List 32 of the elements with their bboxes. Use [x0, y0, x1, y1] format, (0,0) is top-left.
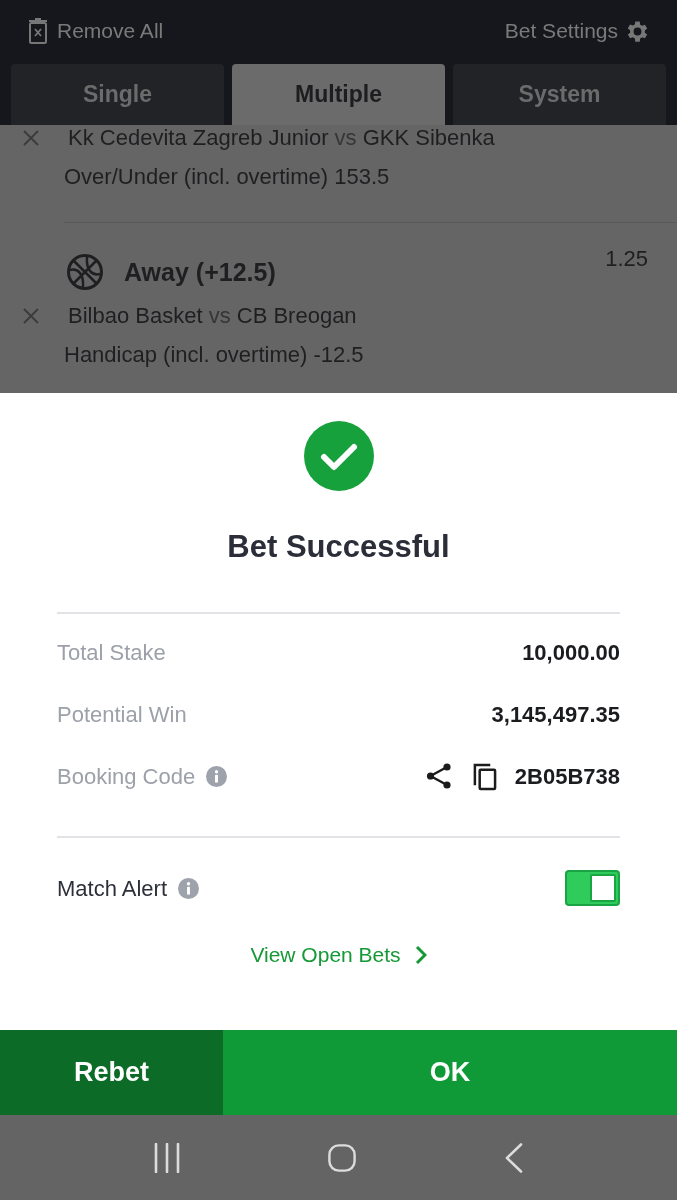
view-open-bets-link[interactable]: View Open Bets [250, 935, 427, 975]
bet-market: Handicap (incl. overtime) -12.5 [64, 342, 365, 368]
tab[interactable]: System [453, 64, 666, 125]
bet-selection: Away (+12.5) [124, 257, 276, 288]
info-icon[interactable] [206, 765, 228, 787]
remove-all-button[interactable]: Remove All [28, 15, 164, 47]
row-label: Potential Win [57, 700, 187, 729]
bet-settings-button[interactable]: Bet Settings [504, 15, 651, 47]
copy-icon[interactable] [471, 761, 497, 791]
success-check-icon [303, 421, 374, 491]
bet-odds: 1.25 [605, 246, 648, 272]
row-value: 10,000.00 [522, 638, 620, 667]
trash-icon [28, 18, 48, 44]
recent-apps-icon[interactable] [154, 1142, 181, 1173]
row-value: 3,145,497.35 [491, 700, 620, 729]
back-icon[interactable] [504, 1142, 523, 1173]
booking-code: 2B05B738 [514, 762, 620, 791]
chevron-right-icon [414, 945, 427, 965]
info-icon[interactable] [178, 877, 200, 899]
tab[interactable]: Multiple [232, 64, 445, 125]
ok-button[interactable]: OK [223, 1030, 677, 1115]
tab[interactable]: Single [11, 64, 224, 125]
row-label: Total Stake [57, 638, 166, 667]
basketball-icon [67, 254, 103, 290]
match-alert-label: Match Alert [57, 874, 168, 903]
row-label: Booking Code [57, 762, 196, 791]
home-icon[interactable] [328, 1143, 357, 1172]
share-icon[interactable] [425, 763, 452, 789]
bet-market: Over/Under (incl. overtime) 153.5 [64, 164, 391, 190]
dialog-title: Bet Successful [227, 528, 450, 566]
match-alert-toggle[interactable] [565, 870, 620, 906]
rebet-button[interactable]: Rebet [0, 1030, 223, 1115]
